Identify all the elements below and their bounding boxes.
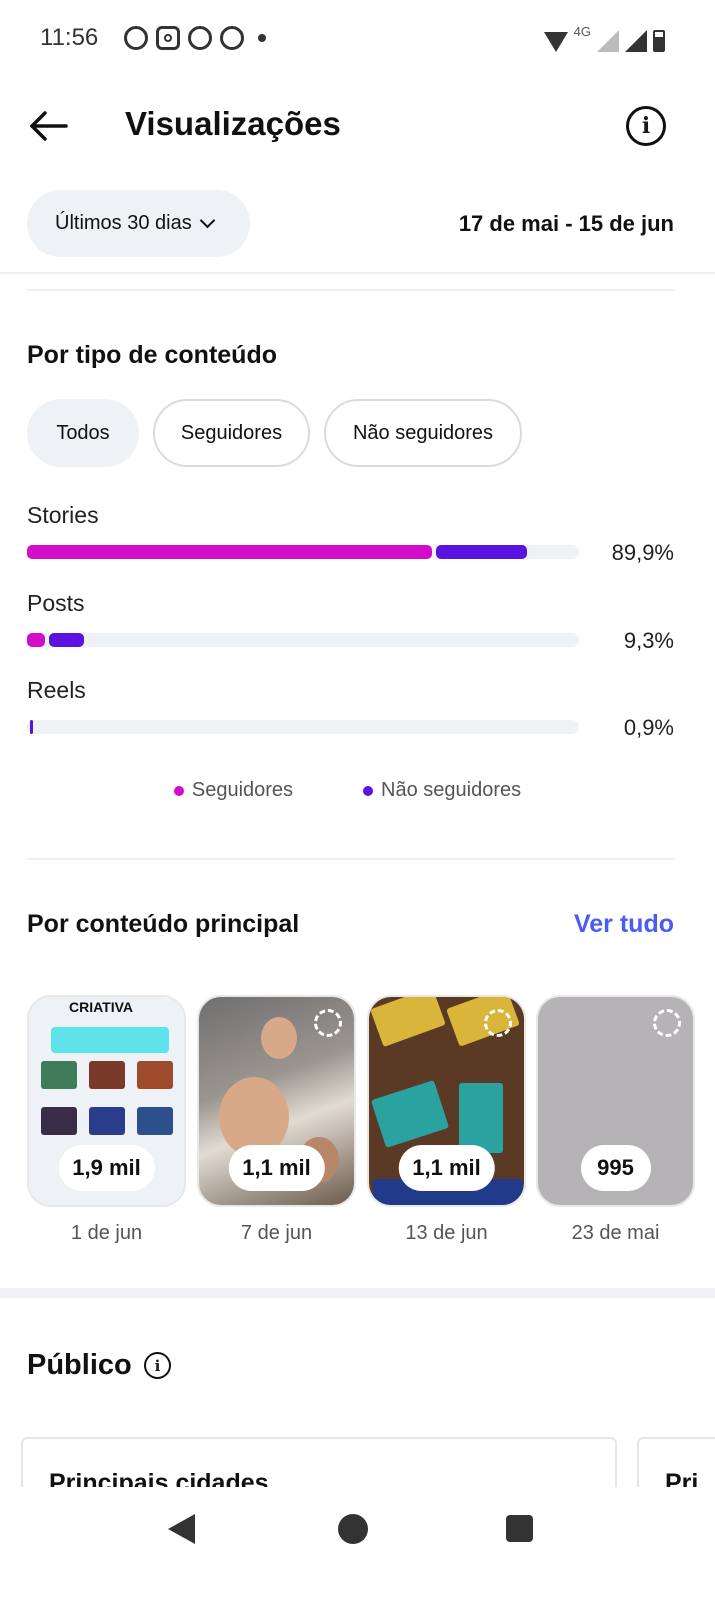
thumbnail-date: 7 de jun xyxy=(240,1222,313,1244)
content-type-title: Por tipo de conteúdo xyxy=(27,341,277,369)
whatsapp-icon xyxy=(124,26,148,50)
status-time: 11:56 xyxy=(40,24,99,51)
chip-all[interactable]: Todos xyxy=(27,399,139,467)
thumbnail-count: 1,9 mil xyxy=(58,1145,155,1191)
legend-dot xyxy=(173,785,184,796)
bar-label: Reels xyxy=(27,677,86,703)
bar-percent: 89,9% xyxy=(611,540,674,565)
content-thumbnail[interactable]: 1,1 mil xyxy=(367,995,526,1207)
see-all-link[interactable]: Ver tudo xyxy=(574,910,674,939)
public-title: Público xyxy=(27,1349,132,1381)
legend-label: Seguidores xyxy=(191,779,294,801)
thumbnail-date: 13 de jun xyxy=(405,1222,488,1244)
story-ring-icon xyxy=(314,1009,342,1037)
info-icon: i xyxy=(641,113,651,139)
story-ring-icon xyxy=(484,1009,512,1037)
back-button[interactable] xyxy=(22,102,74,150)
wifi-icon xyxy=(543,32,568,52)
legend-item-non-followers: Não seguidores xyxy=(363,779,521,802)
bar-percent: 0,9% xyxy=(623,715,674,740)
nav-home-icon[interactable] xyxy=(338,1514,368,1544)
instagram-icon xyxy=(156,26,180,50)
nav-recents-icon[interactable] xyxy=(506,1515,533,1542)
bar-percent: 9,3% xyxy=(623,628,674,653)
content-thumbnail[interactable]: 995 xyxy=(536,995,695,1207)
notification-icons xyxy=(124,26,266,50)
bar-segment-non-followers xyxy=(30,720,33,734)
bar-track xyxy=(27,720,579,734)
bar-label: Stories xyxy=(27,502,99,528)
back-arrow-icon xyxy=(30,111,68,141)
chip-label: Seguidores xyxy=(180,421,283,444)
divider xyxy=(27,289,675,291)
chevron-down-icon xyxy=(199,212,215,229)
signal-icon xyxy=(597,30,619,52)
network-type-label: 4G xyxy=(573,24,591,39)
system-nav-bar xyxy=(0,1487,715,1600)
thumbnail-brand: CRIATIVA xyxy=(69,999,134,1015)
legend-item-followers: Seguidores xyxy=(173,779,294,802)
thumbnail-count: 1,1 mil xyxy=(228,1145,325,1191)
section-separator xyxy=(0,1288,715,1298)
bar-legend: Seguidores Não seguidores xyxy=(0,779,715,802)
legend-label: Não seguidores xyxy=(381,779,522,801)
bar-segment-non-followers xyxy=(436,545,527,559)
thumbnail-count: 995 xyxy=(580,1145,651,1191)
info-icon[interactable]: i xyxy=(144,1352,171,1379)
period-label: Últimos 30 dias xyxy=(55,212,192,234)
signal-icon xyxy=(625,30,647,52)
battery-icon xyxy=(653,30,665,52)
info-button[interactable]: i xyxy=(626,106,666,146)
nav-back-icon[interactable] xyxy=(168,1514,195,1544)
bar-track xyxy=(27,633,579,647)
date-range: 17 de mai - 15 de jun xyxy=(458,211,674,236)
thumbnail-count: 1,1 mil xyxy=(398,1145,495,1191)
divider xyxy=(0,272,715,274)
legend-dot xyxy=(363,785,374,796)
divider xyxy=(27,858,675,860)
bar-track xyxy=(27,545,579,559)
page-title: Visualizações xyxy=(125,105,341,142)
chip-label: Todos xyxy=(56,421,110,444)
bar-segment-non-followers xyxy=(49,633,84,647)
chip-followers[interactable]: Seguidores xyxy=(153,399,310,467)
thumbnail-date: 1 de jun xyxy=(70,1222,143,1244)
bar-segment-followers xyxy=(27,545,432,559)
chip-label: Não seguidores xyxy=(352,421,494,444)
thumbnail-date: 23 de mai xyxy=(571,1222,660,1244)
status-bar: 11:56 4G xyxy=(0,0,715,80)
pinterest-icon xyxy=(220,26,244,50)
content-thumbnail[interactable]: CRIATIVA 1,9 mil xyxy=(27,995,186,1207)
period-dropdown[interactable]: Últimos 30 dias xyxy=(27,190,250,257)
story-ring-icon xyxy=(653,1009,681,1037)
chip-non-followers[interactable]: Não seguidores xyxy=(324,399,522,467)
more-notifications-dot xyxy=(258,34,266,42)
content-thumbnail[interactable]: 1,1 mil xyxy=(197,995,356,1207)
whatsapp-icon xyxy=(188,26,212,50)
bar-segment-followers xyxy=(27,633,45,647)
bar-label: Posts xyxy=(27,590,85,616)
top-content-title: Por conteúdo principal xyxy=(27,910,300,938)
system-icons: 4G xyxy=(543,24,665,52)
